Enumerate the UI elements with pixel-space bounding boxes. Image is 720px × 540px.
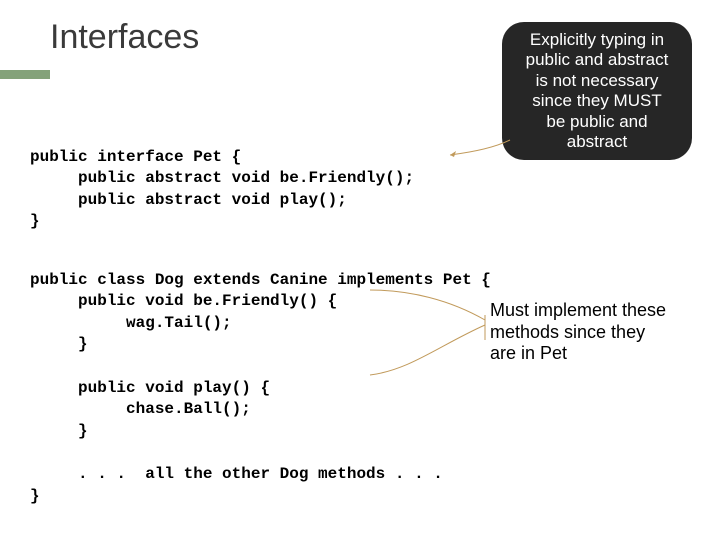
annotation-must-implement: Must implement these methods since they … (490, 300, 700, 365)
code-line: } (30, 335, 88, 353)
annotation-line: Must implement these (490, 300, 700, 322)
code-line: } (30, 422, 88, 440)
callout-line: abstract (516, 132, 678, 152)
annotation-line: are in Pet (490, 343, 700, 365)
code-line: . . . all the other Dog methods . . . (30, 465, 443, 483)
callout-line: since they MUST (516, 91, 678, 111)
callout-line: be public and (516, 112, 678, 132)
code-line: public void play() { (30, 379, 270, 397)
annotation-line: methods since they (490, 322, 700, 344)
callout-line: Explicitly typing in (516, 30, 678, 50)
code-line: public abstract void be.Friendly(); (30, 169, 414, 187)
code-line: public abstract void play(); (30, 191, 347, 209)
code-line: public interface Pet { (30, 148, 241, 166)
code-block-interface: public interface Pet { public abstract v… (30, 125, 414, 233)
code-line: wag.Tail(); (30, 314, 232, 332)
callout-line: is not necessary (516, 71, 678, 91)
callout-line: public and abstract (516, 50, 678, 70)
accent-bar (0, 70, 50, 79)
code-line: } (30, 212, 40, 230)
code-block-class: public class Dog extends Canine implemen… (30, 248, 491, 507)
code-line: public void be.Friendly() { (30, 292, 337, 310)
callout-public-abstract: Explicitly typing in public and abstract… (502, 22, 692, 160)
code-line: public class Dog extends Canine implemen… (30, 271, 491, 289)
code-line: } (30, 487, 40, 505)
code-line: chase.Ball(); (30, 400, 251, 418)
